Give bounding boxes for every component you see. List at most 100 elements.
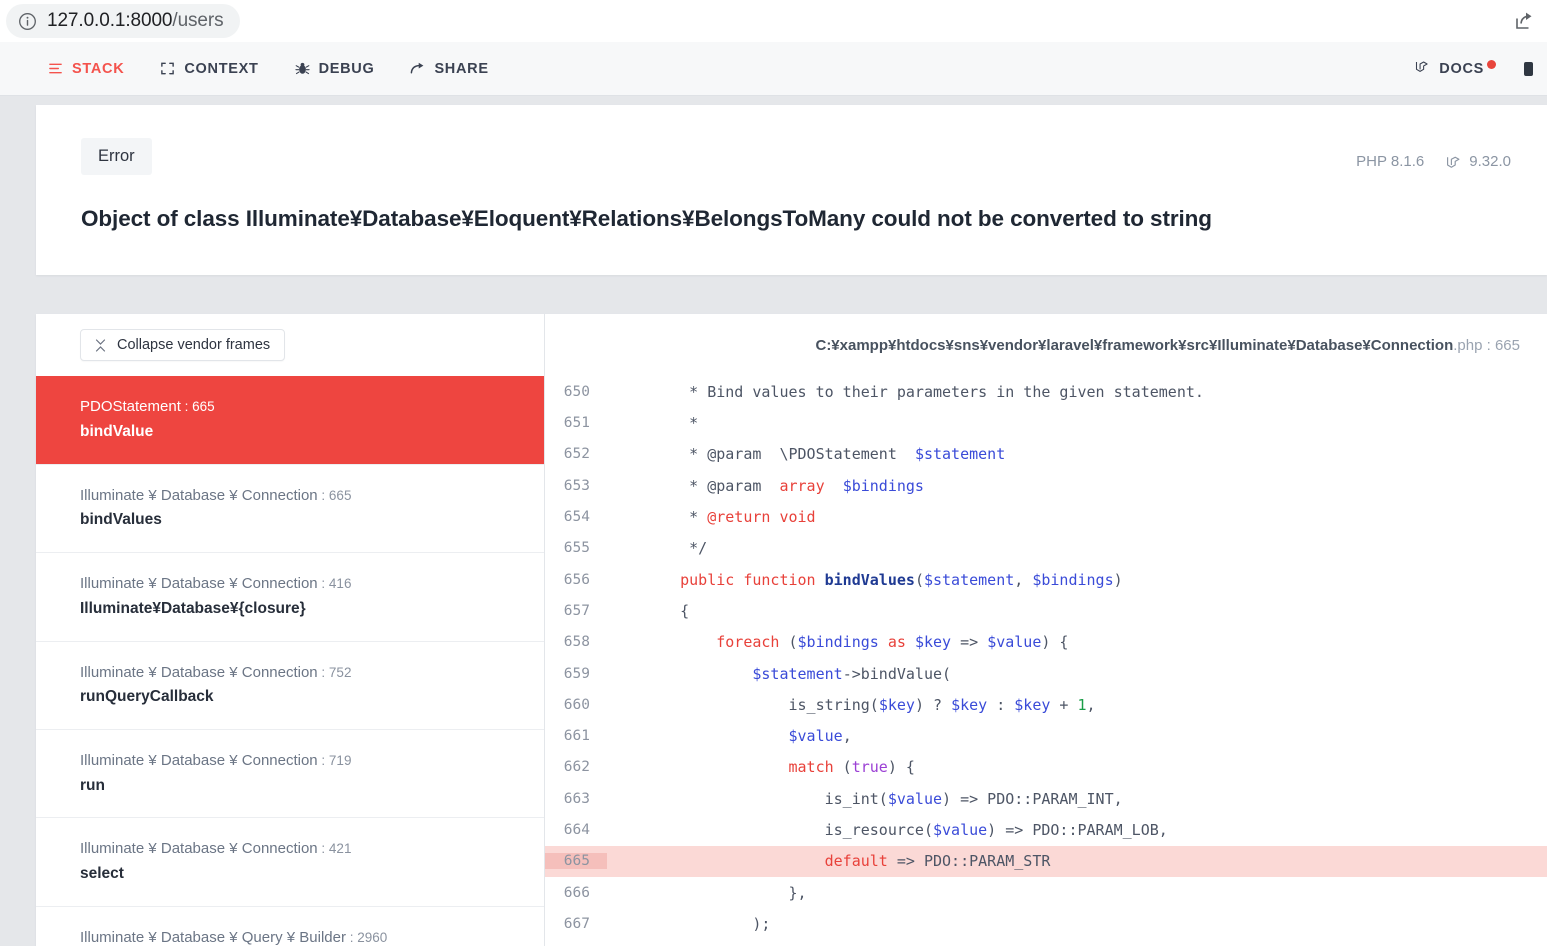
code-token: match [788, 758, 834, 777]
code-token: , [1014, 570, 1033, 589]
stack-trace-card: Collapse vendor frames PDOStatement : 66… [36, 314, 1547, 946]
tab-context-label: CONTEXT [184, 60, 259, 77]
code-line-source: { [607, 602, 1547, 620]
code-token: $bindings [842, 476, 924, 495]
stack-frame-item[interactable]: Illuminate ¥ Database ¥ Connection : 665… [36, 463, 544, 552]
code-token: ); [644, 914, 771, 933]
stack-frame-item[interactable]: PDOStatement : 665 bindValue [36, 376, 544, 464]
stack-frame-class-name: Illuminate ¥ Database ¥ Connection [80, 486, 318, 504]
tab-debug[interactable]: DEBUG [277, 42, 393, 95]
code-token: is_string( [644, 695, 879, 714]
code-line-source: public function bindValues($statement, $… [607, 571, 1547, 589]
tab-stack-label: STACK [72, 60, 125, 77]
code-line-source: * Bind values to their parameters in the… [607, 383, 1547, 401]
code-lines-container: 650 * Bind values to their parameters in… [545, 376, 1547, 946]
code-line-number: 662 [563, 759, 590, 776]
stack-frame-item[interactable]: Illuminate ¥ Database ¥ Connection : 421… [36, 817, 544, 905]
stack-frame-class-name: Illuminate ¥ Database ¥ Connection [80, 840, 318, 858]
stack-frame-class: Illuminate ¥ Database ¥ Connection : 752 [80, 662, 524, 684]
stack-frame-class-name: Illuminate ¥ Database ¥ Connection [80, 752, 318, 769]
code-token: public [680, 570, 735, 589]
code-line: 663 is_int($value) => PDO::PARAM_INT, [545, 783, 1547, 814]
code-token: $bindings [797, 633, 879, 652]
code-token: default [824, 852, 888, 871]
code-line: 656 public function bindValues($statemen… [545, 564, 1547, 595]
code-token: ) { [1041, 633, 1069, 652]
code-line-number: 663 [563, 790, 590, 807]
code-file-path-ext: .php [1453, 336, 1483, 354]
code-line-number: 656 [563, 571, 590, 588]
code-line-number: 654 [563, 509, 590, 526]
stack-frame-line-number: 665 [328, 487, 352, 503]
frames-toolbar: Collapse vendor frames [36, 314, 544, 376]
code-line-source: is_resource($value) => PDO::PARAM_LOB, [607, 821, 1547, 839]
code-token: , [842, 727, 852, 746]
code-line-number: 661 [563, 728, 590, 745]
stack-frame-class: Illuminate ¥ Database ¥ Connection : 665 [80, 485, 524, 507]
stack-frame-item[interactable]: Illuminate ¥ Database ¥ Connection : 719… [36, 729, 544, 817]
stack-frame-item[interactable]: Illuminate ¥ Database ¥ Query ¥ Builder … [36, 905, 544, 946]
code-token: @return void [707, 508, 816, 527]
code-line-number: 651 [563, 415, 590, 432]
collapse-vertical-icon [95, 339, 106, 352]
stack-frame-item[interactable]: Illuminate ¥ Database ¥ Connection : 416… [36, 552, 544, 640]
code-token: , [1086, 695, 1096, 714]
code-line-number: 667 [563, 915, 590, 932]
code-line-number: 657 [563, 602, 590, 619]
browser-toolbar: 127.0.0.1:8000/users [0, 0, 1547, 42]
code-token: is_int( [644, 789, 888, 808]
code-line-number: 659 [563, 665, 590, 682]
code-line: 657 { [545, 595, 1547, 626]
info-circle-icon[interactable] [18, 12, 37, 31]
docs-button[interactable]: DOCS [1415, 59, 1496, 78]
code-token: true [851, 758, 888, 777]
stack-frame-separator: : [317, 841, 329, 857]
code-token: { [644, 601, 690, 620]
stack-frame-item[interactable]: Illuminate ¥ Database ¥ Connection : 752… [36, 640, 544, 729]
share-arrow-icon [410, 61, 425, 76]
stack-frame-class-name: Illuminate ¥ Database ¥ Connection [80, 575, 318, 593]
code-token: ) => PDO::PARAM_LOB, [987, 821, 1168, 840]
code-line-source: default => PDO::PARAM_STR [607, 852, 1547, 870]
tab-stack[interactable]: STACK [30, 42, 142, 95]
stack-frame-class: Illuminate ¥ Database ¥ Connection : 416 [80, 573, 524, 595]
code-line: 652 * @param \PDOStatement $statement [545, 439, 1547, 470]
stack-frame-line-number: 752 [328, 664, 352, 680]
tab-share-label: SHARE [434, 60, 489, 77]
code-line: 650 * Bind values to their parameters in… [545, 376, 1547, 407]
code-line-number: 655 [563, 540, 590, 557]
code-token: ( [833, 758, 852, 777]
code-line: 653 * @param array $bindings [545, 470, 1547, 501]
code-line: 659 $statement->bindValue( [545, 658, 1547, 689]
laravel-version: 9.32.0 [1446, 153, 1511, 170]
stack-frame-separator: : [317, 664, 329, 680]
code-file-path: C:¥xampp¥htdocs¥sns¥vendor¥laravel¥frame… [815, 336, 1520, 354]
stack-frame-class-name: Illuminate ¥ Database ¥ Query ¥ Builder [80, 928, 346, 946]
php-version-label: PHP 8.1.6 [1356, 153, 1425, 170]
code-line-number: 666 [563, 884, 590, 901]
code-token: array [779, 476, 825, 495]
code-line-source: ); [607, 915, 1547, 933]
code-token: $value [788, 727, 843, 746]
theme-toggle-icon[interactable] [1524, 59, 1533, 79]
php-version: PHP 8.1.6 [1356, 153, 1424, 170]
code-line-source: */ [607, 539, 1547, 557]
bug-icon [294, 61, 310, 76]
stack-frame-function: runQueryCallback [80, 688, 214, 706]
code-token: => [951, 633, 988, 652]
code-token: ) [1113, 570, 1123, 589]
code-token: * @param [644, 476, 780, 495]
tab-share[interactable]: SHARE [392, 42, 506, 95]
collapse-vendor-frames-button[interactable]: Collapse vendor frames [80, 329, 286, 362]
address-bar[interactable]: 127.0.0.1:8000/users [6, 4, 240, 38]
code-token: $statement [923, 570, 1015, 589]
tab-context[interactable]: CONTEXT [142, 42, 276, 95]
code-token: function [743, 570, 816, 589]
laravel-icon [1446, 154, 1462, 170]
share-arrow-icon[interactable] [1511, 9, 1535, 33]
code-line-number: 665 [545, 853, 607, 870]
